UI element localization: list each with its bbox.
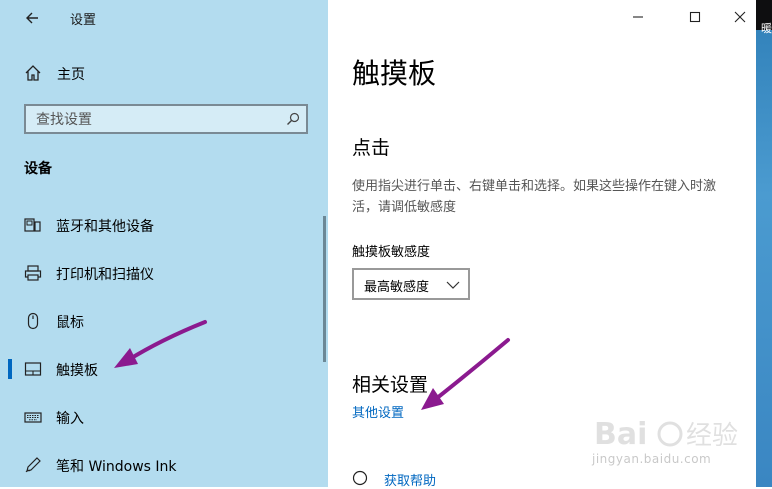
home-nav-item[interactable]: 主页 — [57, 64, 85, 84]
get-help-link[interactable]: 获取帮助 — [384, 470, 436, 489]
sensitivity-label: 触摸板敏感度 — [352, 245, 431, 260]
sidebar-item-printers[interactable]: 打印机和扫描仪 — [0, 251, 320, 295]
sidebar-item-touchpad[interactable]: 触摸板 — [0, 347, 320, 391]
sidebar-item-label: 触摸板 — [56, 363, 98, 379]
svg-text:经验: 经验 — [686, 421, 738, 451]
sensitivity-value: 最高敏感度 — [364, 280, 430, 295]
desktop-edge-glyph: 暖 — [761, 22, 772, 35]
search-box[interactable] — [24, 104, 308, 134]
search-input[interactable] — [34, 110, 278, 130]
app-title: 设置 — [70, 13, 97, 28]
sidebar-item-label: 蓝牙和其他设备 — [56, 219, 154, 235]
back-arrow-icon[interactable] — [22, 7, 46, 29]
sidebar-item-label: 输入 — [56, 411, 84, 427]
sidebar-item-label: 鼠标 — [56, 315, 84, 331]
svg-text:Bai: Bai — [594, 417, 647, 452]
sidebar-item-label: 打印机和扫描仪 — [56, 267, 154, 283]
home-icon — [25, 65, 41, 81]
bluetooth-devices-icon — [24, 218, 41, 232]
printer-icon — [24, 265, 42, 281]
maximize-icon[interactable] — [683, 6, 707, 28]
selection-indicator — [8, 359, 12, 379]
sidebar-item-typing[interactable]: 输入 — [0, 395, 320, 439]
help-icon — [352, 470, 368, 486]
sensitivity-dropdown[interactable]: 最高敏感度 — [352, 268, 470, 300]
mouse-icon — [27, 312, 39, 330]
sidebar-item-bluetooth[interactable]: 蓝牙和其他设备 — [0, 203, 320, 247]
touchpad-icon — [24, 362, 42, 376]
search-icon[interactable] — [286, 112, 300, 126]
desktop-edge: 暖 — [756, 0, 772, 487]
minimize-icon[interactable] — [626, 6, 650, 28]
chevron-down-icon — [446, 281, 460, 289]
tap-description: 使用指尖进行单击、右键单击和选择。如果这些操作在键入时激活，请调低敏感度 — [352, 179, 717, 215]
sidebar-item-label: 笔和 Windows Ink — [56, 459, 177, 475]
related-settings-title: 相关设置 — [352, 374, 429, 396]
page-title: 触摸板 — [352, 57, 437, 90]
sidebar: 设置 主页 设备 蓝牙和其他设备 打印机和扫描仪 鼠标 — [0, 0, 328, 487]
other-settings-link[interactable]: 其他设置 — [352, 402, 404, 421]
pen-icon — [25, 457, 41, 473]
sidebar-item-mouse[interactable]: 鼠标 — [0, 299, 320, 343]
keyboard-icon — [24, 412, 42, 423]
tap-section-title: 点击 — [352, 137, 391, 159]
section-title: 设备 — [24, 161, 52, 177]
sidebar-scrollbar[interactable] — [323, 216, 326, 362]
close-icon[interactable] — [728, 6, 752, 28]
watermark-text: jingyan.baidu.com — [592, 452, 712, 466]
sidebar-item-pen[interactable]: 笔和 Windows Ink — [0, 443, 320, 487]
